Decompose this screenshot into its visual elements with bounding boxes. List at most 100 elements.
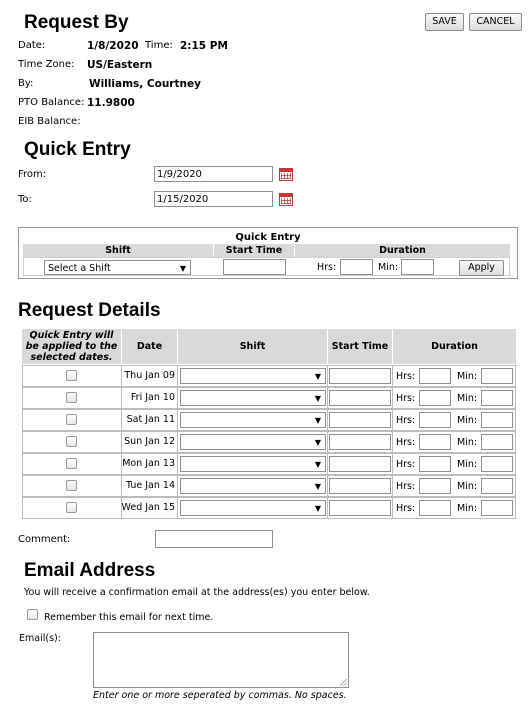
rd-col-start-time: Start Time	[328, 329, 392, 364]
remember-email-checkbox[interactable]	[27, 609, 38, 620]
request-by-title: Request By	[24, 12, 129, 33]
row-start-time-input[interactable]	[329, 500, 391, 516]
comment-input[interactable]	[155, 530, 273, 548]
from-calendar-icon[interactable]	[279, 168, 293, 181]
row-start-time-input[interactable]	[329, 434, 391, 450]
row-min-input[interactable]	[481, 390, 513, 406]
row-start-time-input[interactable]	[329, 412, 391, 428]
quick-entry-box-title: Quick Entry	[235, 232, 301, 243]
qe-start-time-input[interactable]	[223, 259, 286, 275]
qe-shift-select-value: Select a Shift	[48, 263, 111, 274]
comment-label: Comment:	[18, 534, 71, 545]
row-select-checkbox[interactable]	[66, 480, 77, 491]
apply-button[interactable]: Apply	[459, 260, 504, 276]
row-select-checkbox[interactable]	[66, 502, 77, 513]
row-min-label: Min:	[457, 459, 478, 470]
by-value: Williams, Courtney	[89, 78, 201, 90]
timezone-value: US/Eastern	[87, 59, 153, 71]
row-date: Tue Jan 14	[126, 480, 175, 491]
row-shift-select[interactable]: ▼	[180, 412, 326, 428]
row-min-input[interactable]	[481, 500, 513, 516]
quick-entry-title: Quick Entry	[24, 139, 131, 160]
row-date: Mon Jan 13	[122, 458, 175, 469]
request-details-title: Request Details	[18, 300, 161, 321]
row-shift-select[interactable]: ▼	[180, 456, 326, 472]
row-date: Wed Jan 15	[121, 502, 175, 513]
row-hrs-label: Hrs:	[396, 371, 416, 382]
row-select-checkbox[interactable]	[66, 392, 77, 403]
row-min-label: Min:	[457, 503, 478, 514]
row-shift-select[interactable]: ▼	[180, 368, 326, 384]
remember-email-label: Remember this email for next time.	[44, 612, 214, 623]
from-date-input[interactable]: 1/9/2020	[154, 166, 273, 182]
row-shift-select[interactable]: ▼	[180, 434, 326, 450]
row-min-input[interactable]	[481, 412, 513, 428]
time-value: 2:15 PM	[180, 40, 228, 52]
qe-min-input[interactable]	[401, 259, 434, 275]
row-start-time-input[interactable]	[329, 368, 391, 384]
row-select-checkbox[interactable]	[66, 370, 77, 381]
chevron-down-icon: ▼	[314, 482, 321, 491]
row-hrs-input[interactable]	[419, 412, 451, 428]
row-select-checkbox[interactable]	[66, 458, 77, 469]
row-min-label: Min:	[457, 481, 478, 492]
chevron-down-icon: ▼	[314, 394, 321, 403]
row-shift-select[interactable]: ▼	[180, 500, 326, 516]
row-hrs-input[interactable]	[419, 478, 451, 494]
row-hrs-label: Hrs:	[396, 393, 416, 404]
row-hrs-input[interactable]	[419, 456, 451, 472]
date-label: Date:	[18, 40, 46, 51]
pto-balance-value: 11.9800	[87, 97, 135, 109]
row-hrs-input[interactable]	[419, 500, 451, 516]
row-min-input[interactable]	[481, 368, 513, 384]
row-hrs-label: Hrs:	[396, 437, 416, 448]
save-button[interactable]: SAVE	[425, 13, 464, 31]
timezone-label: Time Zone:	[18, 59, 75, 70]
emails-textarea[interactable]	[93, 632, 349, 688]
resize-handle-icon[interactable]	[340, 679, 347, 686]
row-min-label: Min:	[457, 437, 478, 448]
row-hrs-input[interactable]	[419, 390, 451, 406]
row-shift-select[interactable]: ▼	[180, 478, 326, 494]
chevron-down-icon: ▼	[314, 460, 321, 469]
rd-col-duration: Duration	[393, 329, 516, 364]
row-date: Sat Jan 11	[126, 414, 175, 425]
rd-col-shift: Shift	[178, 329, 327, 364]
emails-label: Email(s):	[19, 633, 61, 644]
chevron-down-icon: ▼	[314, 416, 321, 425]
cancel-button[interactable]: CANCEL	[469, 13, 522, 31]
to-label: To:	[18, 194, 32, 205]
to-date-input[interactable]: 1/15/2020	[154, 191, 273, 207]
row-date: Thu Jan 09	[124, 370, 175, 381]
row-start-time-input[interactable]	[329, 390, 391, 406]
chevron-down-icon: ▼	[314, 438, 321, 447]
emails-hint: Enter one or more seperated by commas. N…	[93, 690, 347, 701]
row-hrs-label: Hrs:	[396, 459, 416, 470]
row-shift-select[interactable]: ▼	[180, 390, 326, 406]
time-label: Time:	[145, 40, 173, 51]
row-hrs-label: Hrs:	[396, 503, 416, 514]
row-select-checkbox[interactable]	[66, 414, 77, 425]
qe-shift-select[interactable]: Select a Shift ▼	[44, 260, 191, 275]
row-hrs-label: Hrs:	[396, 481, 416, 492]
email-info-text: You will receive a confirmation email at…	[24, 587, 370, 598]
eib-balance-label: EIB Balance:	[18, 116, 81, 127]
row-min-input[interactable]	[481, 434, 513, 450]
qe-hrs-input[interactable]	[340, 259, 373, 275]
from-label: From:	[18, 169, 47, 180]
chevron-down-icon: ▼	[314, 504, 321, 513]
pto-balance-label: PTO Balance:	[18, 97, 85, 108]
row-hrs-input[interactable]	[419, 368, 451, 384]
row-min-label: Min:	[457, 371, 478, 382]
row-hrs-label: Hrs:	[396, 415, 416, 426]
row-min-label: Min:	[457, 393, 478, 404]
row-select-checkbox[interactable]	[66, 436, 77, 447]
to-calendar-icon[interactable]	[279, 193, 293, 206]
row-start-time-input[interactable]	[329, 456, 391, 472]
qe-col-shift: Shift	[23, 244, 213, 257]
qe-hrs-label: Hrs:	[317, 262, 337, 273]
row-min-input[interactable]	[481, 456, 513, 472]
row-min-input[interactable]	[481, 478, 513, 494]
row-hrs-input[interactable]	[419, 434, 451, 450]
row-start-time-input[interactable]	[329, 478, 391, 494]
